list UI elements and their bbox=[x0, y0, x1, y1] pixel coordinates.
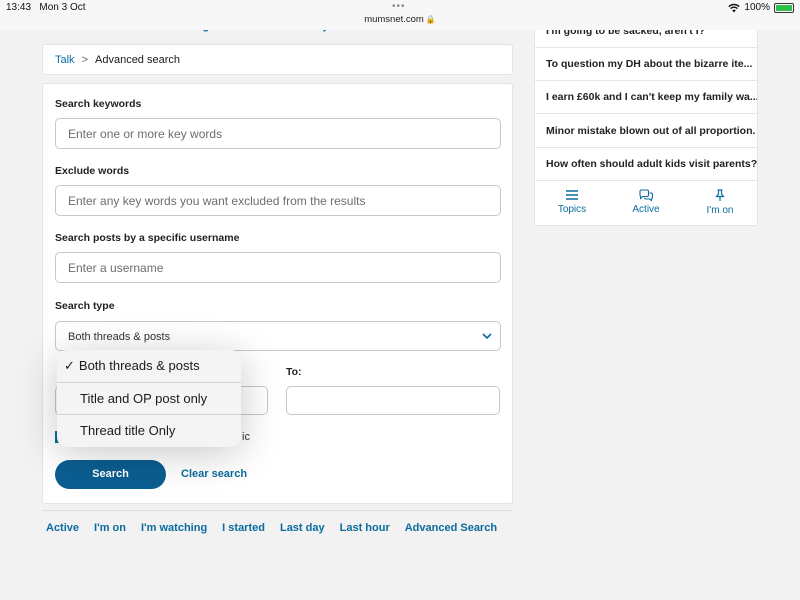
clear-search-link[interactable]: Clear search bbox=[181, 468, 247, 480]
bottom-nav: Active I'm on I'm watching I started Las… bbox=[42, 510, 513, 534]
to-date-input[interactable] bbox=[286, 386, 500, 415]
search-type-value: Both threads & posts bbox=[68, 331, 171, 343]
sidebar-tabs: Topics Active I'm on bbox=[535, 182, 757, 225]
menu-icon bbox=[566, 190, 578, 200]
tab-active[interactable]: Active bbox=[609, 182, 683, 225]
radio-label-fragment: ic bbox=[242, 431, 250, 443]
bottom-nav-im-watching[interactable]: I'm watching bbox=[141, 522, 207, 534]
keywords-label: Search keywords bbox=[55, 98, 142, 110]
wifi-icon bbox=[728, 3, 741, 12]
pin-icon bbox=[715, 189, 725, 201]
status-time: 13:43 Mon 3 Oct bbox=[6, 2, 86, 13]
battery-percent: 100% bbox=[744, 2, 770, 13]
search-button[interactable]: Search bbox=[55, 460, 166, 489]
search-type-dropdown: ✓ Both threads & posts Title and OP post … bbox=[57, 350, 241, 447]
chevron-down-icon bbox=[482, 333, 492, 340]
sidebar-thread-item[interactable]: Minor mistake blown out of all proportio… bbox=[535, 115, 757, 148]
option-title-op-post[interactable]: Title and OP post only bbox=[57, 383, 241, 415]
trending-threads-sidebar: I'm going to be sacked, aren't I? To que… bbox=[534, 14, 758, 226]
breadcrumb: Talk > Advanced search bbox=[42, 44, 513, 75]
battery-icon bbox=[774, 2, 794, 13]
username-input[interactable] bbox=[55, 252, 501, 283]
to-label: To: bbox=[286, 366, 302, 378]
sidebar-thread-item[interactable]: To question my DH about the bizarre ite.… bbox=[535, 48, 757, 81]
more-dots-icon[interactable]: ••• bbox=[392, 1, 406, 12]
bottom-nav-i-started[interactable]: I started bbox=[222, 522, 265, 534]
search-type-select[interactable]: Both threads & posts bbox=[55, 321, 501, 351]
breadcrumb-current: Advanced search bbox=[95, 54, 180, 66]
breadcrumb-separator: > bbox=[81, 54, 88, 66]
bottom-nav-last-day[interactable]: Last day bbox=[280, 522, 325, 534]
tab-im-on[interactable]: I'm on bbox=[683, 182, 757, 225]
chat-bubbles-icon bbox=[639, 189, 654, 201]
bottom-nav-advanced-search[interactable]: Advanced Search bbox=[405, 522, 497, 534]
status-indicators: 100% bbox=[728, 2, 794, 13]
exclude-words-input[interactable] bbox=[55, 185, 501, 216]
checkmark-icon: ✓ bbox=[64, 358, 75, 373]
bottom-nav-im-on[interactable]: I'm on bbox=[94, 522, 126, 534]
bottom-nav-last-hour[interactable]: Last hour bbox=[340, 522, 390, 534]
option-both-threads-posts[interactable]: ✓ Both threads & posts bbox=[57, 350, 241, 382]
keywords-input[interactable] bbox=[55, 118, 501, 149]
username-label: Search posts by a specific username bbox=[55, 232, 240, 244]
lock-icon: 🔒 bbox=[425, 15, 436, 24]
tab-topics[interactable]: Topics bbox=[535, 182, 609, 225]
bottom-nav-active[interactable]: Active bbox=[46, 522, 79, 534]
breadcrumb-talk-link[interactable]: Talk bbox=[55, 54, 75, 66]
url-bar[interactable]: mumsnet.com 🔒 bbox=[0, 14, 800, 25]
search-type-label: Search type bbox=[55, 300, 115, 312]
status-bar: 13:43 Mon 3 Oct ••• mumsnet.com 🔒 100% bbox=[0, 0, 800, 30]
option-thread-title[interactable]: Thread title Only bbox=[57, 415, 241, 447]
exclude-label: Exclude words bbox=[55, 165, 130, 177]
sidebar-thread-item[interactable]: How often should adult kids visit parent… bbox=[535, 148, 757, 181]
sidebar-thread-item[interactable]: I earn £60k and I can't keep my family w… bbox=[535, 81, 757, 114]
